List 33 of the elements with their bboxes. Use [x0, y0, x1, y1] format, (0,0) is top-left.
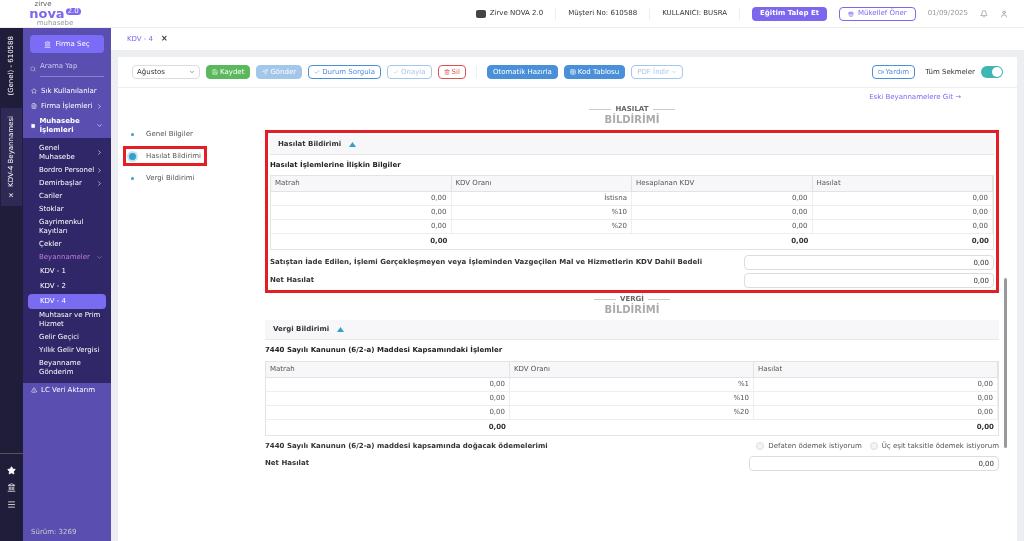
menu-icon[interactable]: [7, 500, 16, 509]
close-icon[interactable]: ×: [161, 33, 168, 45]
scrollbar[interactable]: [1004, 278, 1007, 448]
save-icon: [212, 69, 218, 75]
warning-icon: [31, 387, 37, 393]
logo[interactable]: nova: [29, 7, 65, 20]
star-icon: [31, 88, 37, 94]
section-heading: BİLDİRİMİ: [604, 304, 660, 316]
collapse-icon: [337, 327, 345, 332]
trash-icon: [443, 69, 450, 75]
caret-icon: [670, 69, 677, 75]
search-icon: [30, 65, 36, 72]
bank-icon: [44, 40, 52, 48]
caret-icon: [189, 69, 195, 75]
collapse-icon: [349, 141, 357, 147]
gift-icon: [848, 10, 855, 17]
caret-icon: [96, 122, 103, 129]
caret-icon: [96, 102, 103, 110]
bell-icon[interactable]: [980, 9, 988, 18]
check-icon: [314, 69, 321, 75]
document-icon: [31, 103, 37, 109]
section-heading: BİLDİRİMİ: [604, 113, 660, 126]
brand-icon: [475, 9, 486, 18]
table-icon: [569, 69, 576, 75]
star-icon[interactable]: [7, 466, 16, 475]
caret-icon: [96, 253, 103, 261]
bank-icon[interactable]: [7, 483, 16, 492]
user-icon[interactable]: [1000, 9, 1008, 18]
check-icon: [392, 69, 399, 75]
caret-icon: [96, 149, 103, 156]
all-tabs-toggle[interactable]: [981, 66, 1003, 78]
video-icon: [877, 69, 884, 75]
send-icon: [262, 69, 269, 75]
